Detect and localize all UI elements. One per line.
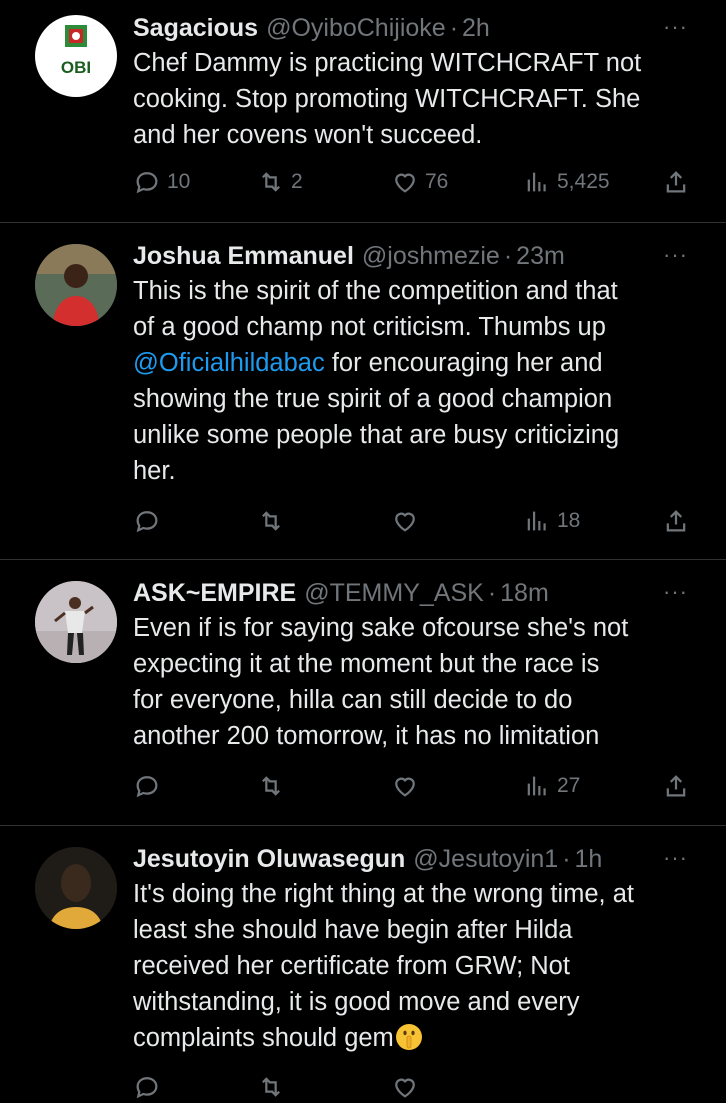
share-icon [666,775,686,797]
reply-icon [136,172,158,194]
tweet[interactable]: OBI Sagacious @OyiboChijioke · 2h ··· Ch… [0,0,726,223]
retweet-icon [262,511,280,531]
reply-button[interactable] [133,1073,161,1101]
tweet[interactable]: Joshua Emmanuel @joshmezie · 23m ··· Thi… [0,222,726,560]
view-count: 18 [557,509,581,532]
like-button[interactable]: 76 [391,168,448,196]
user-photo-icon [35,244,117,326]
views-button[interactable]: 18 [523,507,580,535]
views-button[interactable]: 5,425 [523,168,610,196]
more-options-icon[interactable]: ··· [663,579,688,605]
view-count: 27 [557,774,581,797]
reply-button[interactable] [133,772,161,800]
views-icon [527,511,546,531]
avatar[interactable]: OBI [35,15,117,97]
avatar[interactable] [35,244,117,326]
timestamp[interactable]: 23m [516,240,565,272]
user-handle[interactable]: @Jesutoyin1 [413,843,558,875]
like-button[interactable] [391,507,419,535]
retweet-icon [262,776,280,796]
tweet-text: It's doing the right thing at the wrong … [133,876,698,1056]
separator-dot: · [503,242,513,270]
user-handle[interactable]: @OyiboChijioke [266,12,446,44]
action-bar: 10 2 76 5,425 [133,168,690,198]
display-name[interactable]: Sagacious [133,12,258,44]
display-name[interactable]: ASK~EMPIRE [133,577,296,609]
share-icon [666,510,686,532]
reply-icon [136,511,158,533]
heart-icon [395,512,415,532]
retweet-button[interactable] [257,507,285,535]
views-button[interactable]: 27 [523,772,580,800]
reply-count: 10 [167,170,191,193]
tweet-text: Chef Dammy is practicing WITCHCRAFT not … [133,49,642,149]
action-bar: 27 [133,772,690,802]
reply-icon [136,1077,158,1099]
timestamp[interactable]: 1h [575,843,603,875]
user-photo-icon [35,581,117,663]
share-icon [666,171,686,193]
avatar-label: OBI [61,58,91,77]
retweet-icon [262,172,280,192]
shushing-face-icon [395,1024,422,1050]
retweet-button[interactable] [257,1073,285,1101]
timestamp[interactable]: 18m [500,577,549,609]
tweet-text: This is the spirit of the competition an… [133,273,698,489]
avatar[interactable] [35,847,117,929]
tweet[interactable]: ASK~EMPIRE @TEMMY_ASK · 18m ··· Even if … [0,559,726,826]
tweet[interactable]: Jesutoyin Oluwasegun @Jesutoyin1 · 1h ··… [0,825,726,1099]
like-count: 76 [425,170,449,193]
timestamp[interactable]: 2h [462,12,490,44]
avatar[interactable] [35,581,117,663]
user-handle[interactable]: @joshmezie [362,240,500,272]
separator-dot: · [449,14,459,42]
heart-icon [395,173,415,193]
tweet-header: Jesutoyin Oluwasegun @Jesutoyin1 · 1h [133,843,698,875]
separator-dot: · [562,845,571,873]
heart-icon [395,1078,415,1098]
tweet-text: Even if is for saying sake ofcourse she'… [133,614,629,750]
retweet-count: 2 [291,170,303,193]
tweet-text-part: This is the spirit of the competition an… [133,277,618,341]
party-logo-icon: OBI [61,25,91,77]
reply-button[interactable] [133,507,161,535]
action-bar [133,1073,690,1103]
reply-button[interactable]: 10 [133,168,190,196]
action-bar: 18 [133,507,690,537]
tweet-header: Joshua Emmanuel @joshmezie · 23m [133,240,698,272]
like-button[interactable] [391,772,419,800]
view-count: 5,425 [557,170,610,193]
retweet-button[interactable] [257,772,285,800]
heart-icon [395,777,415,797]
retweet-button[interactable]: 2 [257,168,303,196]
display-name[interactable]: Joshua Emmanuel [133,240,354,272]
tweet-header: Sagacious @OyiboChijioke · 2h [133,12,698,44]
user-photo-icon [35,847,117,929]
share-button[interactable] [662,507,690,535]
reply-icon [136,776,158,798]
more-options-icon[interactable]: ··· [663,242,688,268]
retweet-icon [262,1077,280,1097]
share-button[interactable] [662,772,690,800]
user-handle[interactable]: @TEMMY_ASK [304,577,484,609]
views-icon [527,172,546,192]
share-button[interactable] [662,168,690,196]
mention-link[interactable]: @Oficialhildabac [133,349,325,377]
tweet-text-part: It's doing the right thing at the wrong … [133,880,634,1052]
display-name[interactable]: Jesutoyin Oluwasegun [133,843,405,875]
more-options-icon[interactable]: ··· [663,845,688,871]
tweet-header: ASK~EMPIRE @TEMMY_ASK · 18m [133,577,698,609]
more-options-icon[interactable]: ··· [663,14,688,40]
separator-dot: · [487,579,497,607]
like-button[interactable] [391,1073,419,1101]
views-icon [527,776,546,796]
